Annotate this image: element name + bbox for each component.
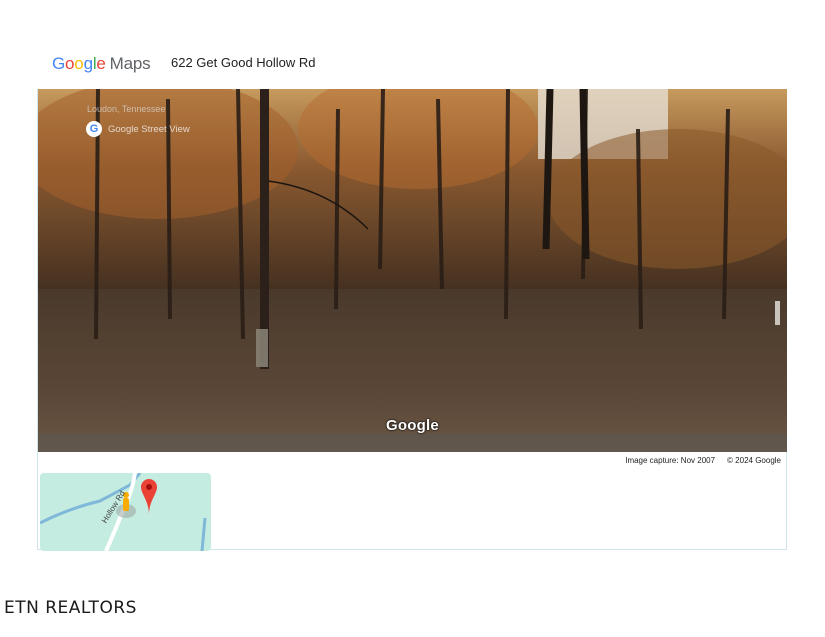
- realtor-brand: ETN REALTORS: [4, 598, 137, 618]
- logo-letter: g: [83, 54, 93, 73]
- street-view-label: Google Street View: [108, 123, 190, 135]
- logo-letter: o: [74, 54, 84, 73]
- street-view-image[interactable]: Loudon, Tennessee G Google Street View G…: [38, 89, 787, 452]
- logo-maps-word: Maps: [109, 54, 151, 73]
- logo-letter: e: [96, 54, 106, 73]
- location-label: Loudon, Tennessee: [87, 104, 166, 114]
- logo-letter: o: [65, 54, 75, 73]
- google-watermark: Google: [386, 417, 439, 434]
- street-view-source: G Google Street View: [86, 121, 190, 137]
- image-capture-date: Image capture: Nov 2007: [625, 456, 716, 465]
- google-g-icon: G: [86, 121, 102, 137]
- forest-scene: [38, 89, 787, 452]
- mini-map[interactable]: Hollow Rd: [40, 473, 211, 551]
- google-maps-logo: Go o g l e Maps: [52, 54, 151, 74]
- attribution-bar: Image capture: Nov 2007 © 2024 Google: [625, 456, 781, 465]
- copyright-notice: © 2024 Google: [727, 456, 781, 465]
- address-title: 622 Get Good Hollow Rd: [171, 55, 316, 70]
- logo-letter: G: [52, 54, 66, 73]
- mini-map-graphic: [40, 473, 211, 551]
- maps-header: Go o g l e Maps: [52, 50, 151, 78]
